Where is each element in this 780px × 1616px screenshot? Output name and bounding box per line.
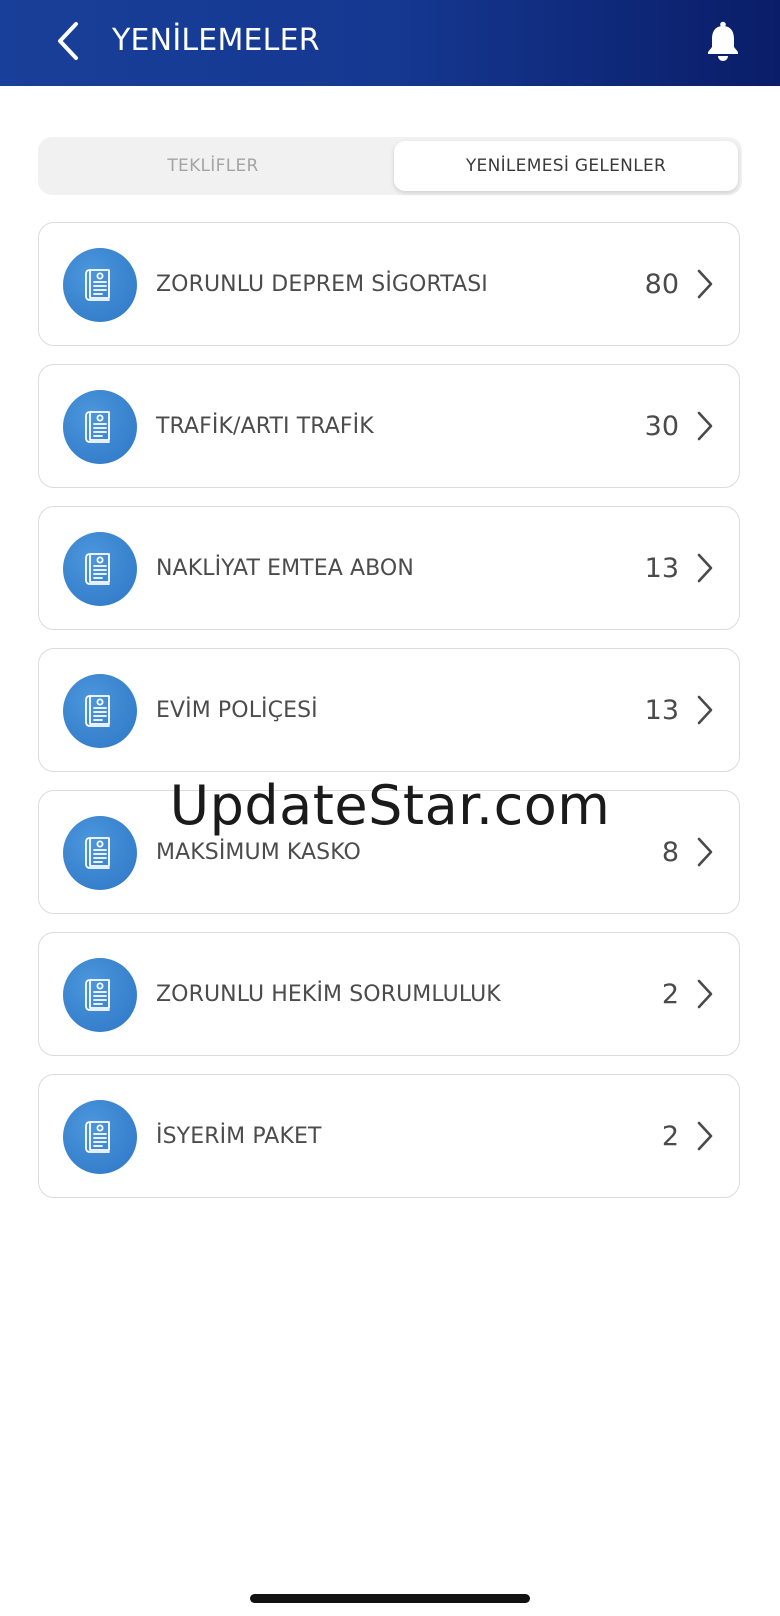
item-label: NAKLİYAT EMTEA ABON	[156, 555, 414, 581]
document-icon	[85, 979, 110, 1011]
icon-circle	[63, 532, 137, 606]
item-count: 2	[661, 1120, 679, 1152]
list-item[interactable]: İSYERİM PAKET 2	[38, 1074, 740, 1198]
list-item[interactable]: NAKLİYAT EMTEA ABON 13	[38, 506, 740, 630]
item-count: 80	[644, 268, 679, 300]
icon-circle	[63, 674, 137, 748]
icon-circle	[63, 1100, 137, 1174]
document-icon	[85, 1121, 110, 1153]
document-icon	[85, 269, 110, 301]
icon-circle	[63, 390, 137, 464]
item-label: TRAFİK/ARTI TRAFİK	[156, 413, 374, 439]
notifications-button[interactable]	[702, 18, 744, 64]
item-count: 13	[644, 694, 679, 726]
document-icon	[85, 695, 110, 727]
back-button[interactable]	[48, 18, 88, 64]
item-count: 2	[661, 978, 679, 1010]
document-icon	[85, 553, 110, 585]
item-label: ZORUNLU HEKİM SORUMLULUK	[156, 981, 501, 1007]
tab-yenilemesi-gelenler[interactable]: YENİLEMESİ GELENLER	[394, 141, 738, 191]
chevron-left-icon	[58, 22, 78, 60]
home-indicator	[250, 1594, 530, 1603]
chevron-right-icon	[697, 553, 713, 583]
chevron-right-icon	[697, 695, 713, 725]
document-icon	[85, 837, 110, 869]
item-label: İSYERİM PAKET	[156, 1123, 322, 1149]
segmented-control: TEKLİFLER YENİLEMESİ GELENLER	[38, 137, 742, 195]
document-icon	[85, 411, 110, 443]
chevron-right-icon	[697, 269, 713, 299]
item-count: 13	[644, 552, 679, 584]
list-item[interactable]: EVİM POLİÇESİ 13	[38, 648, 740, 772]
page-title: YENİLEMELER	[112, 23, 320, 58]
item-label: EVİM POLİÇESİ	[156, 697, 318, 723]
icon-circle	[63, 248, 137, 322]
chevron-right-icon	[697, 837, 713, 867]
item-count: 30	[644, 410, 679, 442]
tab-teklifler[interactable]: TEKLİFLER	[42, 141, 384, 191]
list-item[interactable]: ZORUNLU HEKİM SORUMLULUK 2	[38, 932, 740, 1056]
icon-circle	[63, 958, 137, 1032]
list-item[interactable]: ZORUNLU DEPREM SİGORTASI 80	[38, 222, 740, 346]
list-item[interactable]: TRAFİK/ARTI TRAFİK 30	[38, 364, 740, 488]
renewal-list: ZORUNLU DEPREM SİGORTASI 80 TRAFİK/ARTI …	[38, 222, 742, 1216]
watermark-text: UpdateStar.com	[169, 774, 611, 837]
app-header: YENİLEMELER	[0, 0, 780, 86]
chevron-right-icon	[697, 979, 713, 1009]
bell-icon	[708, 21, 738, 61]
item-label: ZORUNLU DEPREM SİGORTASI	[156, 271, 488, 297]
chevron-right-icon	[697, 411, 713, 441]
chevron-right-icon	[697, 1121, 713, 1151]
